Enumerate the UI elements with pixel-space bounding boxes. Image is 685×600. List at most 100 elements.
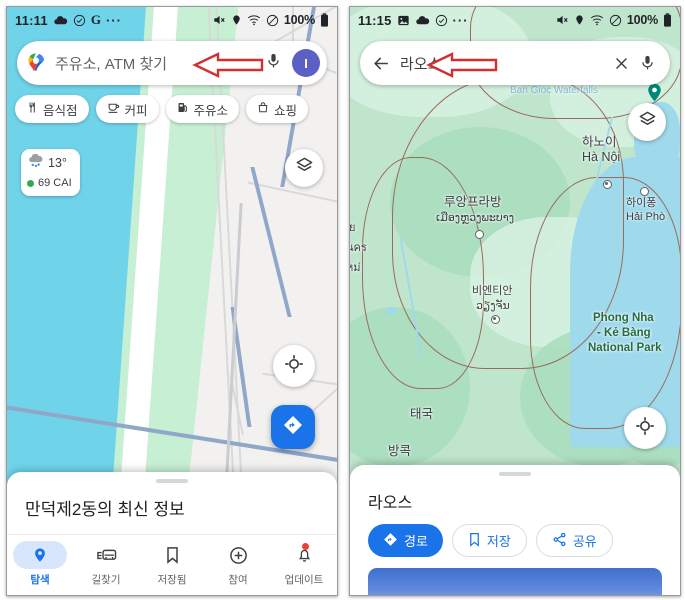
map-label-thailand: 태국 [410,407,434,421]
right-search-value[interactable]: 라오스 [400,53,613,74]
chip-label: 주유소 [193,103,229,118]
action-label: 저장 [486,534,511,549]
nav-label: 길찾기 [91,574,121,586]
map-label-vientiane-lo: ວຽງຈັນ [476,300,510,312]
left-category-chips: 음식점 커피 주유소 쇼핑 [15,95,309,123]
location-pin-icon [574,13,585,27]
aqi-status-dot [27,180,34,188]
city-dot-hanoi [603,180,612,189]
nav-item-saved[interactable]: 저장됨 [139,541,205,587]
map-label-poi: Ban Gioc Waterfalls [510,85,598,96]
wifi-icon [247,14,261,26]
right-my-location-button[interactable] [624,407,666,449]
plus-circle-icon [211,541,265,569]
restaurant-icon [26,101,38,117]
battery-percent: 100% [626,13,658,27]
my-location-icon [284,354,304,379]
map-label-vientiane-ko: 비엔티안 [472,285,513,297]
nav-item-contribute[interactable]: 참여 [205,541,271,587]
right-sheet-title: 라오스 [368,495,413,512]
wifi-icon [590,14,604,26]
left-layers-button[interactable] [285,149,323,187]
map-label-bangkok: 방콕 [388,444,412,458]
avatar[interactable]: I [292,49,320,77]
left-sheet-title: 만덕제2동의 최신 정보 [25,500,185,519]
map-label-park-3: National Park [588,342,662,354]
shopping-bag-icon [257,101,269,117]
share-icon [552,532,567,550]
close-x-icon[interactable] [613,55,630,72]
map-label-hanoi-vi: Hà Nội [582,150,621,164]
directions-transit-icon [79,541,133,569]
map-label-luangprabang-lo: ເມືອງຫຼວງພະບາງ [436,212,514,224]
battery-full-icon [663,13,672,27]
save-button[interactable]: 저장 [451,524,527,557]
check-circle-icon [435,14,448,27]
battery-full-icon [320,13,329,27]
right-layers-button[interactable] [628,103,666,141]
nav-label: 참여 [228,574,248,586]
map-label-haiphong-ko: 하이퐁 [626,197,657,209]
microphone-icon[interactable] [265,52,282,75]
cloud-icon [53,13,68,28]
left-bottom-sheet[interactable]: 만덕제2동의 최신 정보 탐색 길찾기 저장됨 참여 업데이트 [7,472,337,595]
left-my-location-button[interactable] [273,345,315,387]
nav-label: 업데이트 [284,574,324,586]
left-search-bar[interactable]: 주유소, ATM 찾기 I [17,41,327,85]
left-navigate-button[interactable] [271,405,315,449]
google-maps-pin-icon [26,52,46,74]
do-not-disturb-icon [266,14,279,27]
share-button[interactable]: 공유 [535,524,613,557]
check-circle-icon [73,14,86,27]
nav-label: 저장됨 [157,574,187,586]
layers-icon [638,110,657,134]
chip-label: 음식점 [43,103,78,118]
bookmark-icon [145,541,199,569]
left-search-placeholder[interactable]: 주유소, ATM 찾기 [55,53,259,74]
map-label-haiphong-vi: Hải Phò [626,211,666,223]
nav-label: 탐색 [30,574,50,586]
place-action-buttons: 경로 저장 공유 [350,513,680,568]
chip-coffee[interactable]: 커피 [95,95,159,123]
nav-item-directions[interactable]: 길찾기 [73,541,139,587]
weather-widget[interactable]: 13° 69 CAI [21,149,80,196]
weather-temperature: 13° [48,156,67,171]
map-marker-teal[interactable] [647,83,662,102]
right-status-bar: 11:15 ··· 100% [350,7,680,33]
right-search-bar[interactable]: 라오스 [360,41,670,85]
left-phone-screen: Google 덕천 11:11 G ··· [6,6,338,596]
status-time: 11:15 [358,12,392,28]
right-phone-screen: Ban Gioc Waterfalls 하노이 Hà Nội 하이퐁 Hải P… [349,6,681,596]
battery-percent: 100% [283,13,315,27]
chip-gas-station[interactable]: 주유소 [165,95,240,123]
right-bottom-sheet[interactable]: 라오스 경로 저장 공유 [350,465,680,595]
map-label-partial-2: นคร [350,242,367,254]
directions-button[interactable]: 경로 [368,524,443,557]
coffee-icon [107,101,120,117]
do-not-disturb-icon [609,14,622,27]
nav-item-updates[interactable]: 업데이트 [271,541,337,587]
map-label-park-2: - Kẻ Bàng [597,327,651,339]
map-label-partial-3: หม่ [350,262,361,274]
chip-shopping[interactable]: 쇼핑 [246,95,309,123]
my-location-icon [635,416,655,441]
chip-label: 쇼핑 [274,103,298,118]
place-photo-thumbnail[interactable] [368,568,662,595]
city-dot-vientiane [491,315,500,324]
map-label-luangprabang-ko: 루앙프라방 [444,195,502,209]
location-pin-icon [231,13,242,27]
map-label-partial-1: ี่ย [350,222,355,235]
chip-restaurants[interactable]: 음식점 [15,95,89,123]
nav-item-explore[interactable]: 탐색 [7,541,73,587]
left-status-bar: 11:11 G ··· 100% [7,7,337,33]
bookmark-icon [468,532,481,550]
navigation-arrow-icon [282,414,304,441]
microphone-icon[interactable] [639,54,656,72]
status-time: 11:11 [15,12,48,28]
back-arrow-icon[interactable] [372,54,391,73]
aqi-value: 69 CAI [38,176,72,189]
mute-icon [212,13,226,27]
city-dot-luangprabang [475,230,484,239]
map-label-park-1: Phong Nha [593,312,654,324]
mute-icon [555,13,569,27]
